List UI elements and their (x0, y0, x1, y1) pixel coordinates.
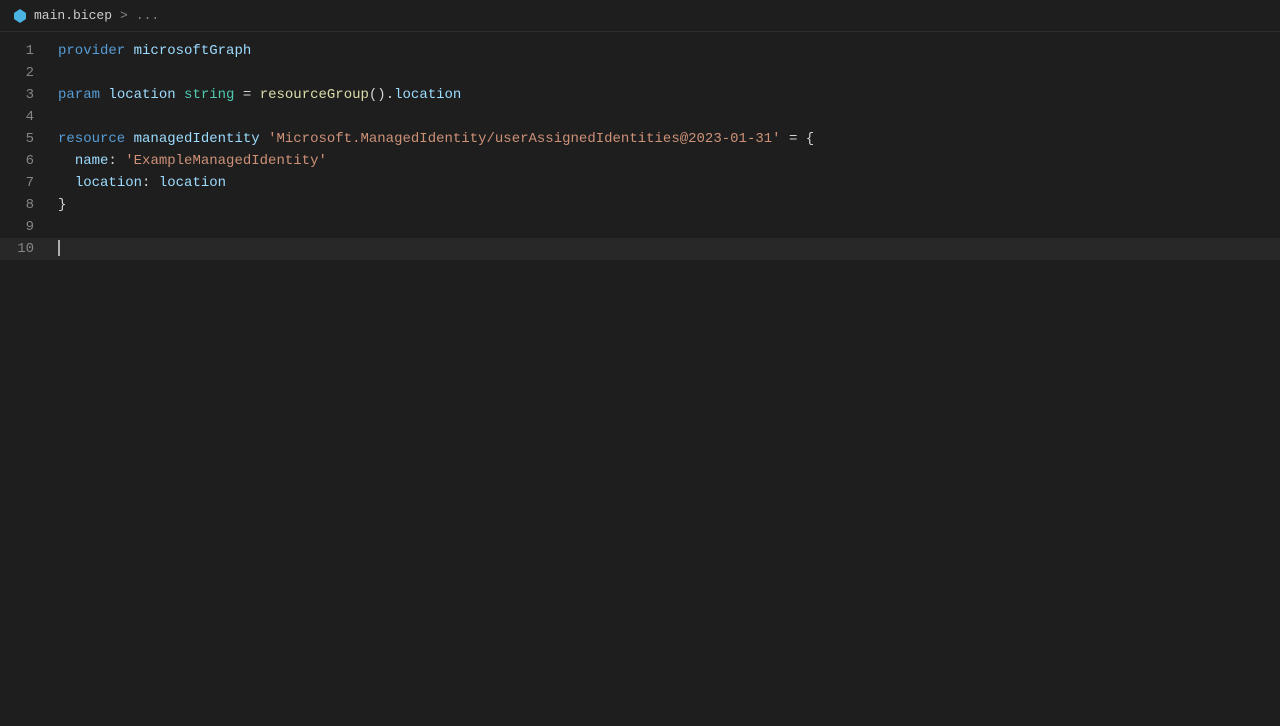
token: 'ExampleManagedIdentity' (125, 153, 327, 169)
token: } (58, 197, 66, 213)
code-line: 8} (0, 194, 1280, 216)
code-line: 7 location: location (0, 172, 1280, 194)
line-number: 7 (0, 172, 50, 194)
line-number: 5 (0, 128, 50, 150)
line-number: 10 (0, 238, 50, 260)
token: location (394, 87, 461, 103)
line-number: 4 (0, 106, 50, 128)
token: param (58, 87, 100, 103)
line-number: 9 (0, 216, 50, 238)
token (58, 153, 75, 169)
editor-area[interactable]: 1provider microsoftGraph23param location… (0, 32, 1280, 268)
code-line: 5resource managedIdentity 'Microsoft.Man… (0, 128, 1280, 150)
token: = (234, 87, 259, 103)
code-line: 10 (0, 238, 1280, 260)
breadcrumb-separator: > (120, 8, 128, 23)
breadcrumb-ellipsis: ... (136, 8, 159, 23)
code-line: 9 (0, 216, 1280, 238)
token (125, 131, 133, 147)
code-content[interactable]: param location string = resourceGroup().… (50, 84, 1280, 106)
token: resource (58, 131, 125, 147)
code-content[interactable]: location: location (50, 172, 1280, 194)
token: location (108, 87, 175, 103)
token: managedIdentity (134, 131, 260, 147)
token (58, 175, 75, 191)
code-content[interactable]: provider microsoftGraph (50, 40, 1280, 62)
token: resourceGroup (260, 87, 369, 103)
token: location (159, 175, 226, 191)
token (125, 43, 133, 59)
title-bar: main.bicep > ... (0, 0, 1280, 32)
line-number: 6 (0, 150, 50, 172)
line-number: 2 (0, 62, 50, 84)
file-icon (12, 8, 28, 24)
token: (). (369, 87, 394, 103)
code-content[interactable]: resource managedIdentity 'Microsoft.Mana… (50, 128, 1280, 150)
code-line: 6 name: 'ExampleManagedIdentity' (0, 150, 1280, 172)
token: location (75, 175, 142, 191)
text-cursor (58, 240, 60, 256)
token: provider (58, 43, 125, 59)
token: 'Microsoft.ManagedIdentity/userAssignedI… (268, 131, 780, 147)
token: : (142, 175, 159, 191)
token: : (108, 153, 125, 169)
token: string (184, 87, 234, 103)
code-content[interactable]: } (50, 194, 1280, 216)
token: = { (781, 131, 815, 147)
code-line: 1provider microsoftGraph (0, 40, 1280, 62)
code-line: 4 (0, 106, 1280, 128)
token: name (75, 153, 109, 169)
token (260, 131, 268, 147)
code-line: 2 (0, 62, 1280, 84)
empty-area (0, 268, 1280, 726)
token: microsoftGraph (134, 43, 252, 59)
line-number: 3 (0, 84, 50, 106)
line-number: 1 (0, 40, 50, 62)
code-content[interactable] (50, 238, 1280, 260)
filename: main.bicep (34, 8, 112, 23)
line-number: 8 (0, 194, 50, 216)
code-line: 3param location string = resourceGroup()… (0, 84, 1280, 106)
token (176, 87, 184, 103)
code-content[interactable]: name: 'ExampleManagedIdentity' (50, 150, 1280, 172)
